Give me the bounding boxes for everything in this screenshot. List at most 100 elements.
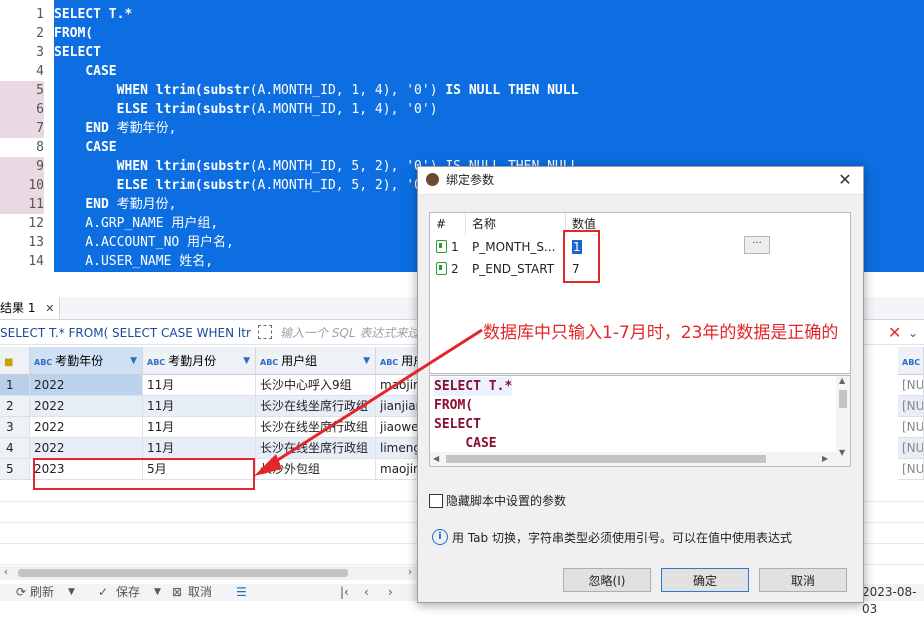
save-icon[interactable]: ✓ [98, 584, 108, 601]
table-cell[interactable]: [NU [898, 375, 924, 396]
param-row[interactable]: 2 P_END_START 7 [430, 258, 850, 280]
column-header-month[interactable]: ABC 考勤月份 ▼ [143, 347, 256, 375]
code-token: WHEN ltrim(substr [116, 159, 250, 174]
annotation-text: 数据库中只输入1-7月时，23年的数据是正确的 [483, 323, 839, 343]
scrollbar-thumb[interactable] [18, 569, 348, 577]
line-number: 3 [36, 45, 44, 60]
vertical-scrollbar[interactable]: ▲ ▼ [836, 376, 850, 466]
ok-button[interactable]: 确定 [661, 568, 749, 592]
code-line: END 考勤月份, [54, 195, 176, 214]
expand-icon[interactable] [258, 325, 272, 339]
param-row[interactable]: 1 P_MONTH_S... 1 [430, 236, 850, 258]
horizontal-scrollbar[interactable]: ◀ ▶ [430, 452, 836, 466]
table-cell[interactable]: 长沙中心呼入9组 [256, 375, 376, 396]
save-button[interactable]: 保存 [116, 584, 140, 601]
cancel-button[interactable]: 取消 [759, 568, 847, 592]
horizontal-scrollbar[interactable]: ‹ › [0, 566, 420, 580]
chevron-down-icon[interactable]: ⌄ [908, 322, 918, 344]
code-token: IS NULL THEN NULL [445, 83, 579, 98]
cancel-icon[interactable]: ⊠ [172, 584, 182, 601]
row-number[interactable]: 4 [0, 438, 30, 459]
scroll-right-icon[interactable]: ▶ [822, 452, 828, 466]
cancel-button[interactable]: 取消 [188, 584, 212, 601]
table-cell[interactable]: 11月 [143, 438, 256, 459]
code-token: CASE [465, 436, 497, 451]
close-icon[interactable]: ✕ [45, 302, 54, 315]
code-line: A.GRP_NAME 用户组, [54, 214, 218, 233]
query-text: SELECT T.* FROM( SELECT CASE WHEN ltrim [0, 326, 252, 340]
prev-page-icon[interactable]: ‹ [364, 584, 369, 601]
column-header-year[interactable]: ABC 考勤年份 ▼ [30, 347, 143, 375]
scroll-down-icon[interactable]: ▼ [839, 448, 845, 457]
close-icon[interactable]: ✕ [835, 170, 855, 190]
table-cell[interactable]: 11月 [143, 417, 256, 438]
refresh-button[interactable]: 刷新 [30, 584, 54, 601]
code-token: FROM( [54, 26, 94, 41]
scroll-up-icon[interactable]: ▲ [839, 376, 845, 385]
scroll-right-icon[interactable]: › [408, 566, 412, 580]
table-cell[interactable]: 2022 [30, 438, 143, 459]
dbeaver-icon [426, 173, 439, 186]
row-number[interactable]: 1 [0, 375, 30, 396]
sort-icon[interactable]: ▼ [243, 347, 250, 374]
table-cell[interactable]: 11月 [143, 375, 256, 396]
sql-preview-line: FROM( [434, 396, 473, 415]
table-cell[interactable]: 11月 [143, 396, 256, 417]
row-number[interactable]: 2 [0, 396, 30, 417]
table-cell[interactable]: [NU [898, 459, 924, 480]
code-token: A.GRP_NAME 用户组, [54, 216, 219, 231]
tab-result-1[interactable]: 结果 1 ✕ [0, 297, 60, 319]
refresh-icon[interactable]: ⟳ [16, 584, 26, 601]
param-index-label: 2 [451, 262, 459, 276]
line-number: 1 [36, 7, 44, 22]
sort-icon[interactable]: ▼ [363, 347, 370, 374]
line-number: 11 [0, 195, 44, 214]
grid-corner[interactable]: ■ [0, 347, 30, 375]
column-label: 考勤年份 [55, 354, 104, 368]
first-page-icon[interactable]: |‹ [340, 584, 349, 601]
table-cell[interactable]: 长沙在线坐席行政组 [256, 396, 376, 417]
table-cell[interactable]: limeng [376, 438, 420, 459]
table-cell[interactable]: 2022 [30, 396, 143, 417]
row-number[interactable]: 3 [0, 417, 30, 438]
dialog-titlebar[interactable]: 绑定参数 ✕ [418, 167, 863, 195]
next-page-icon[interactable]: › [388, 584, 393, 601]
ignore-button[interactable]: 忽略(I) [563, 568, 651, 592]
column-header-group[interactable]: ABC 用户组 ▼ [256, 347, 376, 375]
scrollbar-thumb[interactable] [446, 455, 766, 463]
table-cell[interactable]: 2022 [30, 375, 143, 396]
code-token: (A.MONTH_ID, 5, 2), '0') [249, 178, 438, 193]
table-cell[interactable]: [NU [898, 417, 924, 438]
table-cell[interactable]: maojin [376, 375, 420, 396]
sql-preview[interactable]: SELECT T.*FROM(SELECT CASE WHEN ltrim(su… [429, 375, 851, 467]
scroll-left-icon[interactable]: ◀ [433, 452, 439, 466]
param-index-label: 1 [451, 240, 459, 254]
panels-icon[interactable]: ☰ [236, 584, 247, 601]
table-cell[interactable]: jianjian [376, 396, 420, 417]
code-token: ELSE ltrim(substr [116, 178, 250, 193]
table-cell[interactable]: 2022 [30, 417, 143, 438]
column-header-user[interactable]: ABC用户 [376, 347, 420, 375]
table-cell[interactable]: jiaowei [376, 417, 420, 438]
table-cell[interactable]: [NU [898, 438, 924, 459]
chevron-down-icon[interactable]: ▼ [154, 584, 161, 601]
clear-filter-icon[interactable]: ✕ [888, 322, 901, 344]
table-cell[interactable]: 长沙在线坐席行政组 [256, 438, 376, 459]
chevron-down-icon[interactable]: ▼ [68, 584, 75, 601]
column-header-extra[interactable]: ABC [898, 347, 924, 375]
param-name: P_END_START [472, 262, 555, 276]
scrollbar-thumb[interactable] [839, 390, 847, 408]
table-cell[interactable]: 长沙在线坐席行政组 [256, 417, 376, 438]
table-cell[interactable]: [NU [898, 396, 924, 417]
table-cell[interactable]: 长沙外包组 [256, 459, 376, 480]
hide-params-checkbox[interactable] [429, 494, 443, 508]
code-token: (A.MONTH_ID, 1, 4), '0') [249, 83, 446, 98]
row-number[interactable]: 5 [0, 459, 30, 480]
sort-icon[interactable]: ▼ [130, 347, 137, 374]
table-cell[interactable]: maojin [376, 459, 420, 480]
edit-value-button[interactable]: ··· [744, 236, 770, 254]
scroll-left-icon[interactable]: ‹ [4, 566, 8, 580]
